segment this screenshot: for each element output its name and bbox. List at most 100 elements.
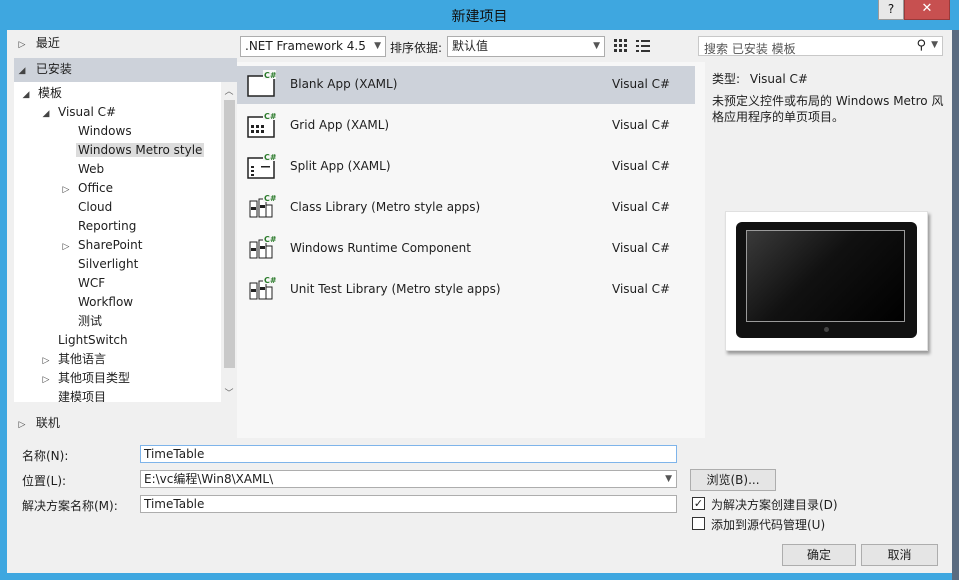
- dialog-client-area: ▷ 最近 ◢ 已安装 ◢ 模板 ◢ Visual C# Windows Windows M…: [7, 30, 952, 573]
- tree-item-installed[interactable]: ◢ 已安装: [14, 58, 237, 82]
- tree-item[interactable]: Workflow: [60, 293, 135, 312]
- tree-item-label: 已安装: [35, 62, 72, 76]
- template-item[interactable]: C# Blank App (XAML) Visual C#: [237, 66, 695, 104]
- tree-item-label: Workflow: [78, 295, 134, 309]
- tree-item[interactable]: Cloud: [60, 198, 114, 217]
- dialog-title: 新建项目: [451, 9, 508, 25]
- framework-select[interactable]: .NET Framework 4.5 ▼: [240, 36, 386, 57]
- tree-item[interactable]: ◢ 模板: [20, 84, 64, 103]
- template-language: Visual C#: [612, 118, 671, 132]
- class-library-icon: C#: [249, 275, 276, 300]
- template-toolbar: .NET Framework 4.5 ▼ 排序依据: 默认值 ▼: [237, 30, 695, 60]
- chevron-down-icon[interactable]: ▼: [931, 40, 938, 50]
- name-label: 名称(N):: [22, 449, 69, 463]
- tree-item-label: Windows Metro style: [76, 143, 205, 157]
- scroll-up-icon[interactable]: ︿: [221, 84, 237, 97]
- search-icon[interactable]: ⚲: [916, 38, 926, 53]
- installed-tree-list: ◢ 模板 ◢ Visual C# Windows Windows Metro style W…: [14, 82, 221, 402]
- framework-value: .NET Framework 4.5: [245, 39, 366, 53]
- template-item[interactable]: C# Unit Test Library (Metro style apps) Vi…: [237, 271, 695, 309]
- template-name: Windows Runtime Component: [290, 241, 471, 255]
- search-input[interactable]: 搜索 已安装 模板 ⚲ ▼: [698, 36, 943, 56]
- expand-arrow-icon[interactable]: ▷: [16, 36, 28, 55]
- tree-item[interactable]: Reporting: [60, 217, 138, 236]
- collapse-arrow-icon[interactable]: ◢: [20, 86, 32, 105]
- tree-item-label: Reporting: [78, 219, 137, 233]
- tree-item-label: Visual C#: [58, 105, 117, 119]
- help-button[interactable]: ?: [878, 0, 904, 20]
- template-item[interactable]: C# Grid App (XAML) Visual C#: [237, 107, 695, 145]
- split-app-icon: C#: [247, 152, 276, 179]
- new-project-dialog: 新建项目 ? ✕ ▷ 最近 ◢ 已安装 ◢ 模板 ◢ Visual C# Windows…: [0, 0, 959, 580]
- collapse-arrow-icon[interactable]: ◢: [40, 105, 52, 124]
- tree-item-online[interactable]: ▷ 联机: [16, 414, 60, 433]
- tree-item[interactable]: ▷ SharePoint: [60, 236, 144, 255]
- sort-select[interactable]: 默认值 ▼: [447, 36, 605, 57]
- tree-item-label: Cloud: [78, 200, 113, 214]
- tree-item-label: Web: [78, 162, 105, 176]
- tree-item[interactable]: 测试: [60, 312, 104, 331]
- template-name: Grid App (XAML): [290, 118, 390, 132]
- template-item[interactable]: C# Class Library (Metro style apps) Visual…: [237, 189, 695, 227]
- tree-item[interactable]: Windows: [60, 122, 134, 141]
- title-bar: 新建项目 ? ✕: [0, 0, 959, 30]
- template-item[interactable]: C# Windows Runtime Component Visual C#: [237, 230, 695, 268]
- tree-item[interactable]: ◢ Visual C#: [40, 103, 118, 122]
- close-button[interactable]: ✕: [904, 0, 950, 20]
- sort-label: 排序依据:: [390, 41, 443, 55]
- chevron-down-icon: ▼: [593, 41, 600, 51]
- expand-arrow-icon[interactable]: ▷: [16, 416, 28, 435]
- list-view-icon: [636, 40, 650, 52]
- blank-app-icon: C#: [247, 70, 276, 97]
- tree-item-label: 其他项目类型: [58, 371, 131, 385]
- ok-button[interactable]: 确定: [782, 544, 856, 566]
- class-library-icon: C#: [249, 193, 276, 218]
- tree-item[interactable]: ▷ Office: [60, 179, 115, 198]
- svg-text:C#: C#: [264, 235, 276, 244]
- location-field[interactable]: E:\vc编程\Win8\XAML\ ▼: [140, 470, 677, 488]
- chevron-down-icon[interactable]: ▼: [665, 471, 672, 487]
- create-directory-label: 为解决方案创建目录(D): [711, 498, 838, 512]
- cancel-button[interactable]: 取消: [861, 544, 938, 566]
- tree-item[interactable]: LightSwitch: [40, 331, 130, 350]
- tree-item-label: Office: [78, 181, 114, 195]
- tree-item-recent[interactable]: ▷ 最近: [16, 34, 60, 53]
- browse-button[interactable]: 浏览(B)...: [690, 469, 776, 491]
- template-language: Visual C#: [612, 282, 671, 296]
- view-mode-icons[interactable]: [614, 39, 654, 53]
- tree-item[interactable]: Silverlight: [60, 255, 140, 274]
- template-item[interactable]: C# Split App (XAML) Visual C#: [237, 148, 695, 186]
- source-control-checkbox[interactable]: [692, 517, 705, 530]
- background-window-edge: [952, 30, 959, 580]
- tree-item[interactable]: ▷ 其他项目类型: [40, 369, 132, 388]
- tree-item[interactable]: 建模项目: [40, 388, 108, 402]
- type-value: Visual C#: [749, 72, 808, 86]
- collapse-arrow-icon[interactable]: ◢: [16, 62, 28, 81]
- create-directory-checkbox[interactable]: ✓: [692, 497, 705, 510]
- tree-item[interactable]: WCF: [60, 274, 107, 293]
- svg-text:C#: C#: [264, 276, 276, 285]
- solution-name-field[interactable]: TimeTable: [140, 495, 677, 513]
- chevron-down-icon: ▼: [374, 41, 381, 51]
- scrollbar-thumb[interactable]: [224, 100, 235, 368]
- name-field[interactable]: TimeTable: [140, 445, 677, 463]
- template-tree-panel: ▷ 最近 ◢ 已安装 ◢ 模板 ◢ Visual C# Windows Windows M…: [14, 30, 237, 438]
- tree-item[interactable]: Windows Metro style: [60, 141, 205, 160]
- tree-item-label: Windows: [78, 124, 132, 138]
- tree-item[interactable]: Web: [60, 160, 106, 179]
- tree-item[interactable]: ▷ 其他语言: [40, 350, 108, 369]
- tree-item-label: 其他语言: [58, 352, 107, 366]
- solution-name-label: 解决方案名称(M):: [22, 499, 118, 513]
- tree-item-label: 建模项目: [58, 390, 107, 402]
- class-library-icon: C#: [249, 234, 276, 259]
- template-language: Visual C#: [612, 241, 671, 255]
- svg-text:C#: C#: [264, 194, 276, 203]
- tree-item-label: 测试: [78, 314, 103, 328]
- svg-text:C#: C#: [264, 71, 276, 80]
- template-description: 未预定义控件或布局的 Windows Metro 风格应用程序的单页项目。: [712, 94, 944, 124]
- scroll-down-icon[interactable]: ﹀: [221, 386, 237, 399]
- search-placeholder: 搜索 已安装 模板: [704, 42, 796, 56]
- template-name: Unit Test Library (Metro style apps): [290, 282, 501, 296]
- tree-scrollbar[interactable]: ︿ ﹀: [221, 82, 237, 402]
- grid-app-icon: C#: [247, 111, 276, 138]
